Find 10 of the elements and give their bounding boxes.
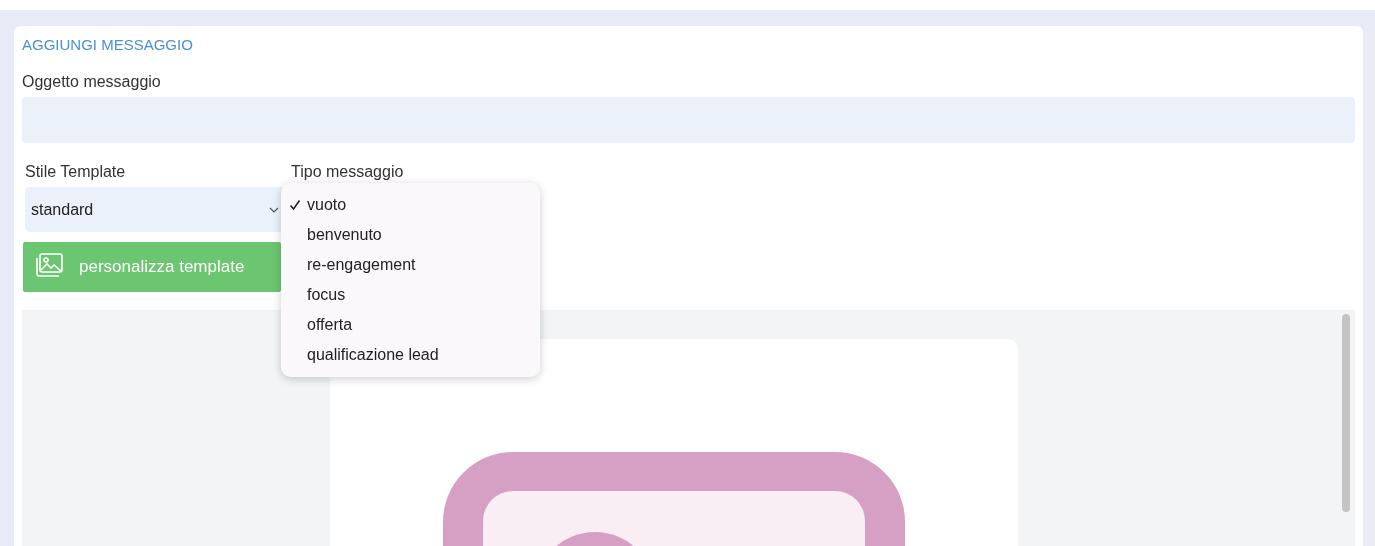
menu-option[interactable]: focus — [281, 280, 540, 310]
chevron-icon — [269, 206, 279, 213]
field-label: Oggetto messaggio — [22, 73, 161, 91]
field-label: Tipo messaggio — [291, 163, 404, 181]
menu-option[interactable]: offerta — [281, 310, 540, 340]
section-title: AGGIUNGI MESSAGGIO — [22, 36, 193, 53]
menu-option[interactable]: qualificazione lead — [281, 340, 540, 370]
menu-option[interactable]: re-engagement — [281, 250, 540, 280]
scrollbar[interactable] — [1342, 314, 1350, 512]
field-label: Stile Template — [25, 163, 126, 181]
